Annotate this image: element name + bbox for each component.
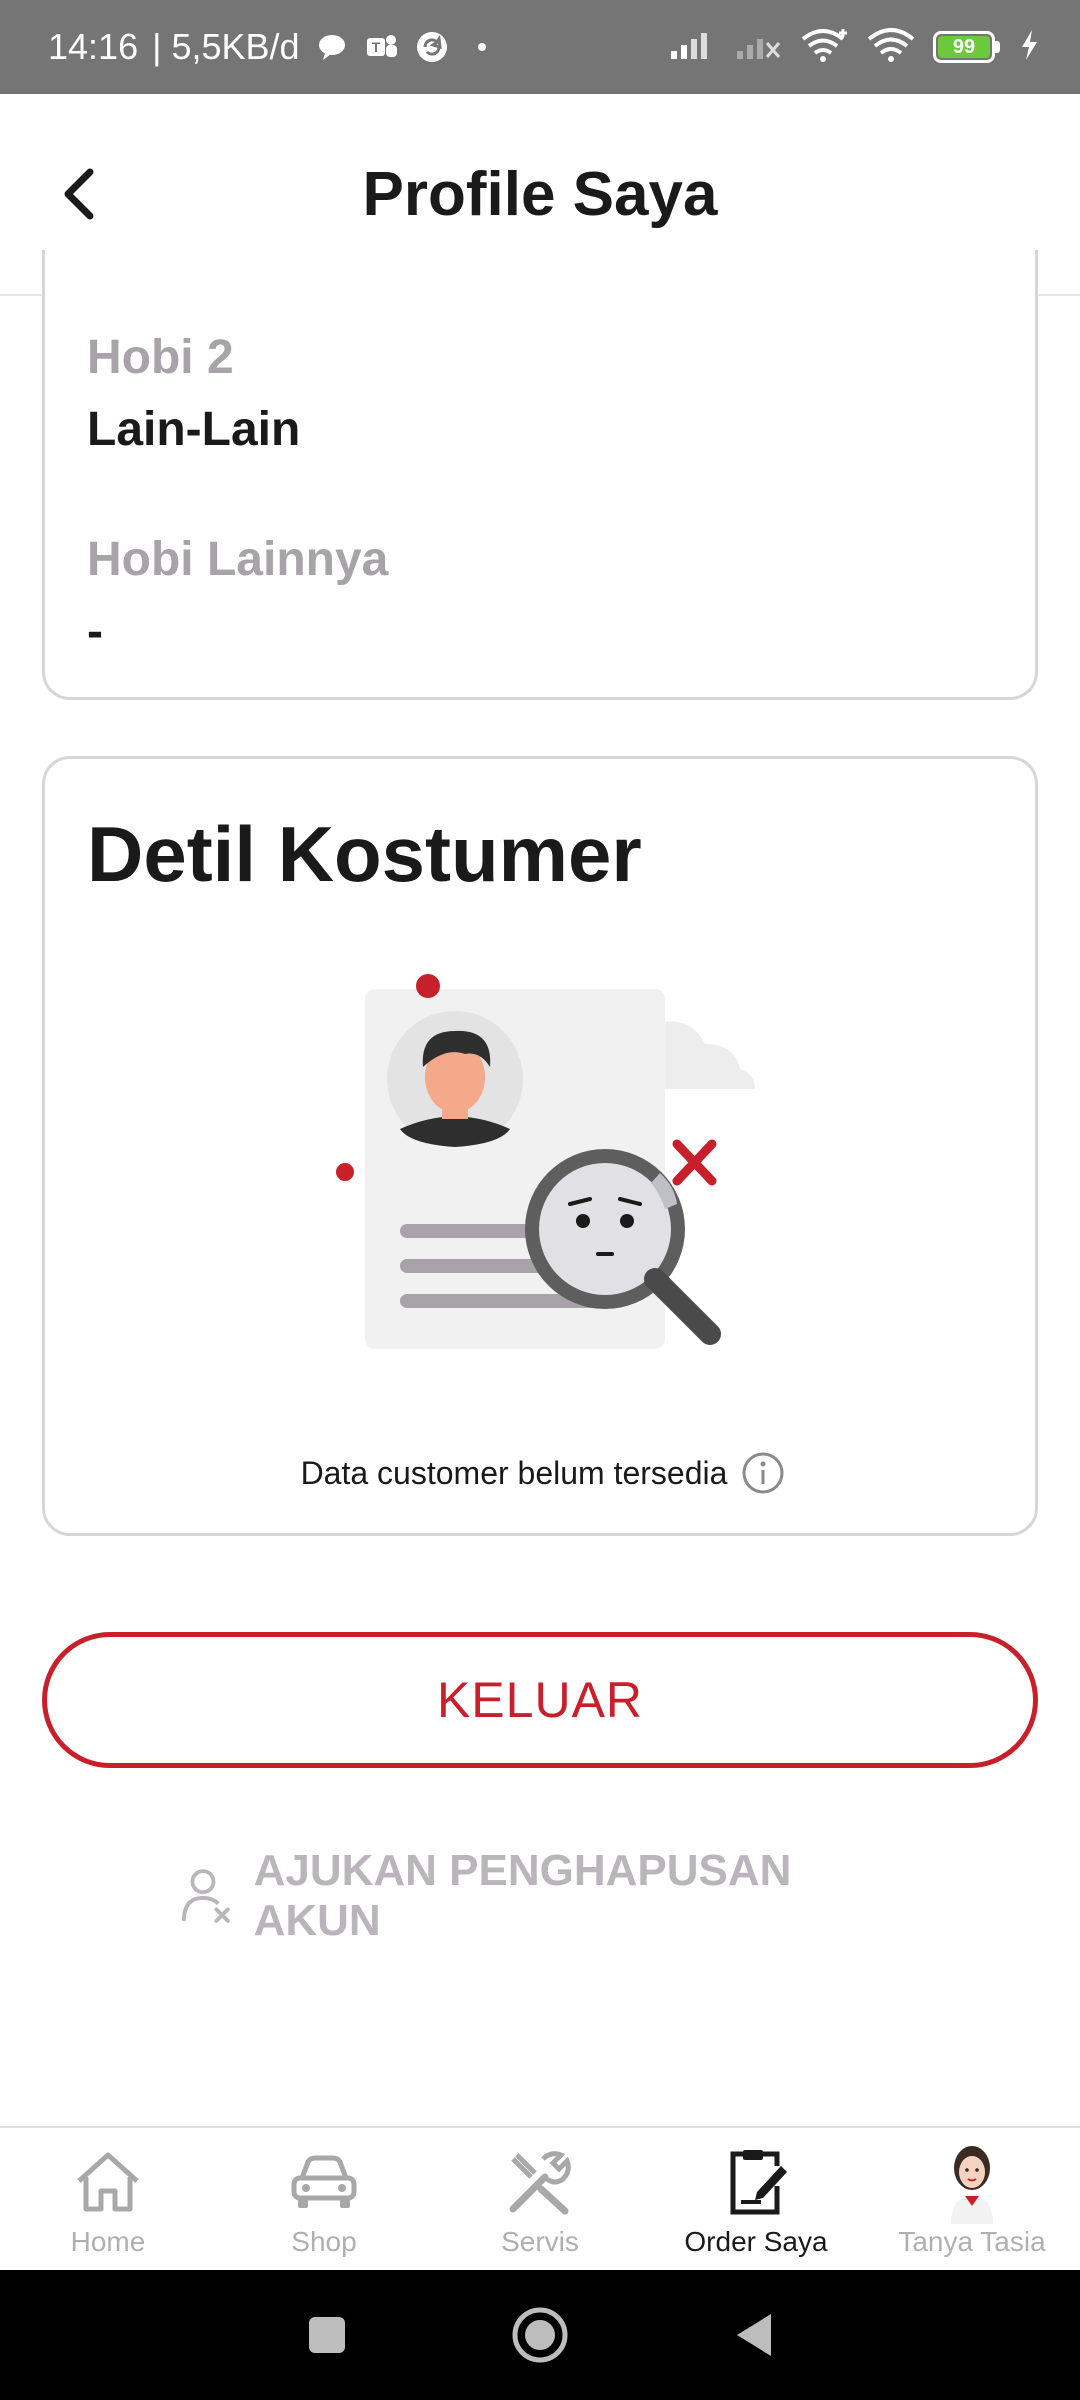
car-icon	[284, 2142, 364, 2222]
teams-icon: T	[364, 29, 400, 65]
tools-icon	[500, 2142, 580, 2222]
user-remove-icon	[181, 1869, 230, 1923]
page-title: Profile Saya	[362, 159, 718, 229]
hobby-card: Hobi 2 Lain-Lain Hobi Lainnya -	[42, 250, 1038, 700]
nav-label-order-saya: Order Saya	[684, 2226, 828, 2257]
recents-button[interactable]	[287, 2295, 367, 2375]
wifi-plus-icon	[801, 27, 849, 68]
triangle-back-icon	[737, 2314, 772, 2356]
wifi-icon	[867, 27, 915, 68]
battery-icon: 99	[933, 31, 1000, 63]
nav-label-tanya-tasia: Tanya Tasia	[898, 2226, 1046, 2257]
hobby2-label: Hobi 2	[87, 331, 234, 384]
dot-icon	[464, 29, 500, 65]
back-system-button[interactable]	[713, 2295, 793, 2375]
chevron-left-icon	[64, 168, 94, 220]
home-system-button[interactable]	[500, 2295, 580, 2375]
customer-not-found-illustration	[336, 974, 755, 1349]
nav-label-shop: Shop	[291, 2226, 357, 2257]
empty-message-text: Data customer belum tersedia	[300, 1454, 728, 1491]
battery-level: 99	[938, 36, 990, 58]
home-icon	[68, 2142, 148, 2222]
network-speed: | 5,5KB/d	[152, 26, 300, 67]
square-icon	[308, 2317, 345, 2353]
delete-account-button[interactable]: AJUKAN PENGHAPUSAN AKUN	[180, 1846, 900, 1945]
system-nav-bar	[0, 2270, 1080, 2400]
signal-off-icon	[735, 29, 783, 66]
customer-detail-title: Detil Kostumer	[87, 810, 642, 898]
assistant-avatar-icon	[932, 2142, 1012, 2224]
svg-text:T: T	[371, 39, 380, 55]
bottom-nav: Home Shop Servis Order Saya Tanya Tasia	[0, 2126, 1080, 2270]
other-hobby-value: -	[87, 605, 103, 658]
clipboard-edit-icon	[716, 2142, 796, 2222]
signal-icon	[669, 29, 717, 66]
status-left: 14:16 | 5,5KB/d T	[48, 26, 500, 68]
nav-item-tanya-tasia[interactable]: Tanya Tasia	[864, 2128, 1080, 2270]
status-time: 14:16	[48, 26, 139, 67]
nav-label-servis: Servis	[501, 2226, 579, 2257]
chat-icon	[314, 29, 350, 65]
logout-label: KELUAR	[436, 1672, 644, 1728]
sync-icon	[414, 29, 450, 65]
status-right: 99	[669, 27, 1040, 68]
delete-account-label: AJUKAN PENGHAPUSAN AKUN	[253, 1846, 792, 1945]
nav-item-home[interactable]: Home	[0, 2128, 216, 2270]
other-hobby-label: Hobi Lainnya	[87, 533, 389, 586]
nav-item-order-saya[interactable]: Order Saya	[648, 2128, 864, 2270]
status-bar: 14:16 | 5,5KB/d T 99	[0, 0, 1080, 94]
hobby2-value: Lain-Lain	[87, 403, 301, 456]
back-button[interactable]	[40, 154, 120, 234]
info-icon[interactable]	[741, 1451, 785, 1495]
circle-home-icon	[512, 2307, 568, 2363]
logout-button[interactable]: KELUAR	[42, 1632, 1038, 1768]
nav-item-servis[interactable]: Servis	[432, 2128, 648, 2270]
empty-message: Data customer belum tersedia	[45, 1451, 1041, 1495]
customer-detail-card: Detil Kostumer Data customer belum terse…	[42, 756, 1038, 1536]
nav-item-shop[interactable]: Shop	[216, 2128, 432, 2270]
nav-label-home: Home	[70, 2226, 146, 2257]
charging-icon	[1018, 28, 1040, 67]
